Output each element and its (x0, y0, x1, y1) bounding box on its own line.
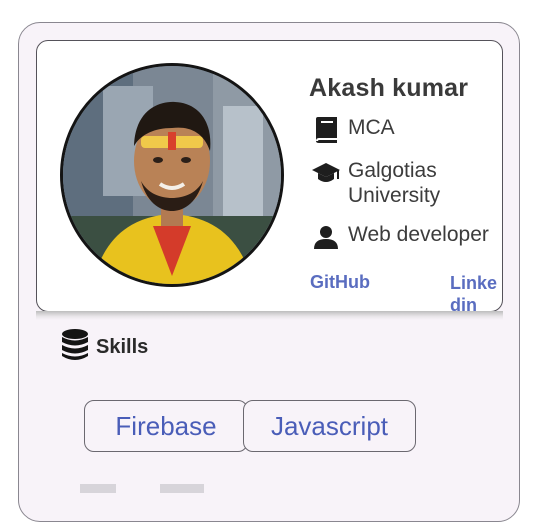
education-row: MCA (311, 115, 395, 145)
education-text: MCA (348, 116, 395, 139)
avatar (60, 63, 284, 287)
partial-content-edge (80, 484, 280, 493)
skill-chip-firebase[interactable]: Firebase (84, 400, 248, 452)
role-row: Web developer (311, 222, 489, 252)
github-link[interactable]: GitHub (310, 272, 370, 293)
skills-heading: Skills (60, 328, 148, 367)
skills-title: Skills (96, 336, 149, 358)
database-icon (60, 328, 90, 367)
linkedin-link[interactable]: Linkedin (450, 272, 504, 312)
graduation-cap-icon (311, 158, 341, 188)
role-text: Web developer (348, 223, 489, 246)
card-shadow (36, 311, 503, 320)
skill-chip-javascript[interactable]: Javascript (243, 400, 416, 452)
book-icon (311, 115, 341, 145)
university-row: Galgotias University (311, 158, 458, 208)
university-text: Galgotias University (348, 159, 441, 207)
person-icon (311, 222, 341, 252)
profile-name: Akash kumar (309, 74, 469, 102)
